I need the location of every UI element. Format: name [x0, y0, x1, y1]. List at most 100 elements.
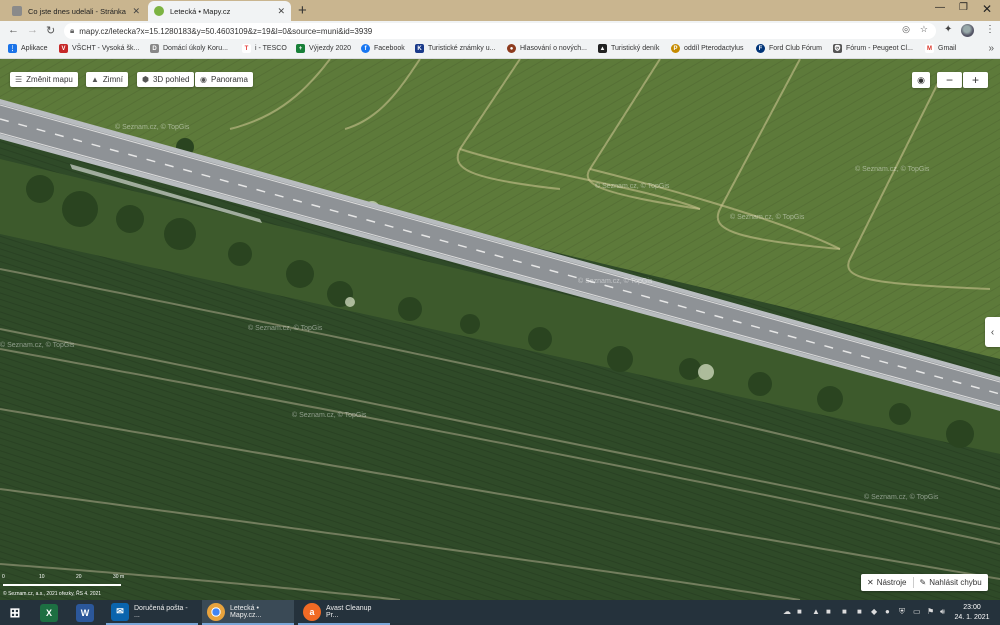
- tray-app-icon[interactable]: ■: [826, 607, 831, 616]
- map-watermark: © Seznam.cz, © TopGis: [115, 124, 190, 131]
- taskbar-avast[interactable]: a Avast Cleanup Pr...: [298, 600, 390, 625]
- change-map-button[interactable]: ☰ Změnit mapu: [10, 72, 78, 87]
- panel-collapse-button[interactable]: ‹: [985, 317, 1000, 347]
- map-watermark: © Seznam.cz, © TopGis: [595, 183, 670, 190]
- map-watermark: © Seznam.cz, © TopGis: [864, 494, 939, 501]
- start-button[interactable]: ⊞: [6, 600, 24, 625]
- taskbar-mail[interactable]: ✉ Doručená pošta - ...: [106, 600, 198, 625]
- taskbar-excel[interactable]: X: [40, 600, 58, 625]
- close-window-icon[interactable]: ✕: [982, 2, 992, 16]
- taskbar-word[interactable]: W: [76, 600, 94, 625]
- bookmark-label: Fórum - Peugeot Cl...: [846, 45, 913, 52]
- windows-taskbar: ⊞ X W ✉ Doručená pošta - ... Letecká • Ma…: [0, 600, 1000, 625]
- mail-icon: ✉: [111, 602, 129, 621]
- browser-toolbar: ← → ↻ 🔒︎ mapy.cz/letecka?x=15.1280183&y=…: [0, 21, 1000, 41]
- tracking-off-icon[interactable]: ◎: [902, 24, 910, 35]
- tab-mapy[interactable]: Letecká • Mapy.cz ✕: [148, 1, 291, 21]
- panorama-button[interactable]: ◉ Panorama: [195, 72, 253, 87]
- bookmark-hlasovani[interactable]: ● Hlasování o nových...: [507, 44, 587, 53]
- bookmark-turisticke-znamky[interactable]: K Turistické známky u...: [415, 44, 495, 53]
- profile-avatar[interactable]: [961, 24, 974, 37]
- chrome-icon: [207, 602, 225, 621]
- aerial-map[interactable]: © Seznam.cz, © TopGis © Seznam.cz, © Top…: [0, 59, 1000, 600]
- zoom-out-button[interactable]: −: [937, 72, 962, 88]
- bookmark-aplikace[interactable]: ⋮ Aplikace: [8, 44, 47, 53]
- mapy-favicon-icon: [154, 6, 164, 16]
- locate-me-button[interactable]: ◉: [912, 72, 930, 88]
- forward-icon[interactable]: →: [27, 24, 38, 36]
- windows-start-icon: ⊞: [9, 604, 21, 620]
- tools-favicon-icon: [12, 6, 22, 16]
- taskbar-chrome[interactable]: Letecká • Mapy.cz...: [202, 600, 294, 625]
- document-icon: D: [150, 44, 159, 53]
- bookmark-ford-club[interactable]: F Ford Club Fórum: [756, 44, 822, 53]
- winter-map-button[interactable]: ▲ Zimní: [86, 72, 128, 87]
- cloud-icon[interactable]: ☁: [783, 607, 791, 616]
- mountain-icon: ▲: [91, 75, 99, 84]
- sheets-icon: +: [296, 44, 305, 53]
- restore-icon[interactable]: ❐: [959, 2, 968, 13]
- tray-app-icon[interactable]: ■: [797, 607, 802, 616]
- bookmark-label: Turistický deník: [611, 45, 660, 52]
- bookmark-domaci-ukoly[interactable]: D Domácí úkoly Koru...: [150, 44, 228, 53]
- bookmark-star-icon[interactable]: ☆: [920, 24, 928, 35]
- tray-app-icon[interactable]: ●: [885, 607, 890, 616]
- bookmark-label: Výjezdy 2020: [309, 45, 352, 52]
- scale-label: 10: [39, 574, 45, 580]
- nvidia-icon[interactable]: ◆: [871, 607, 877, 616]
- network-icon[interactable]: ▭: [913, 607, 921, 616]
- bookmark-label: Hlasování o nových...: [520, 45, 587, 52]
- extensions-icon[interactable]: ✦: [944, 24, 952, 35]
- map-copyright: © Seznam.cz, a.s., 2021 ořezky, ŘS 4. 20…: [3, 591, 102, 597]
- bookmark-label: oddíl Pterodactylus: [684, 45, 744, 52]
- shield-icon[interactable]: ⛨: [899, 607, 905, 617]
- button-label: 3D pohled: [152, 75, 190, 84]
- bookmark-vyjezdy[interactable]: + Výjezdy 2020: [296, 44, 351, 53]
- turisticky-denik-icon: ▲: [598, 44, 607, 53]
- zoom-in-button[interactable]: +: [963, 72, 988, 88]
- report-error-button[interactable]: ✎ Nahlásit chybu: [914, 578, 988, 587]
- bookmark-turisticky-denik[interactable]: ▲ Turistický deník: [598, 44, 659, 53]
- map-watermark: © Seznam.cz, © TopGis: [0, 342, 75, 349]
- map-tools-bar: ✕ Nástroje ✎ Nahlásit chybu: [861, 574, 988, 591]
- tray-app-icon[interactable]: ▲: [812, 607, 820, 616]
- address-bar[interactable]: 🔒︎ mapy.cz/letecka?x=15.1280183&y=50.460…: [64, 23, 936, 39]
- map-watermark: © Seznam.cz, © TopGis: [730, 214, 805, 221]
- close-tab-icon[interactable]: ✕: [277, 6, 285, 17]
- ford-icon: F: [756, 44, 765, 53]
- new-tab-icon[interactable]: +: [298, 2, 307, 19]
- tab-co-jste-dnes[interactable]: Co jste dnes udelali - Stránka 7 ✕: [6, 1, 146, 21]
- system-clock[interactable]: 23:00 24. 1. 2021: [952, 603, 992, 623]
- close-tab-icon[interactable]: ✕: [132, 6, 140, 17]
- tray-app-icon[interactable]: ■: [842, 607, 847, 616]
- taskbar-label: Avast Cleanup Pr...: [326, 604, 372, 619]
- cube-icon: ⬢: [142, 75, 149, 84]
- flag-icon[interactable]: ⚑: [927, 607, 934, 616]
- avast-icon: a: [303, 602, 321, 621]
- more-bookmarks-icon[interactable]: »: [988, 43, 994, 54]
- reload-icon[interactable]: ↻: [46, 24, 55, 37]
- scale-bar: [3, 584, 121, 586]
- bookmark-vscht[interactable]: V VŠCHT - Vysoká šk...: [59, 44, 139, 53]
- pterodactylus-icon: P: [671, 44, 680, 53]
- tools-button[interactable]: ✕ Nástroje: [861, 578, 913, 587]
- map-watermark: © Seznam.cz, © TopGis: [855, 166, 930, 173]
- bookmark-facebook[interactable]: f Facebook: [361, 44, 405, 53]
- minimize-icon[interactable]: —: [935, 2, 945, 13]
- bookmark-label: i - TESCO: [255, 45, 287, 52]
- tray-app-icon[interactable]: ■: [857, 607, 862, 616]
- map-watermark: © Seznam.cz, © TopGis: [248, 325, 323, 332]
- pencil-icon: ✎: [919, 578, 927, 587]
- tab-title: Letecká • Mapy.cz: [170, 6, 231, 16]
- bookmark-peugeot[interactable]: 🦁︎ Fórum - Peugeot Cl...: [833, 44, 913, 53]
- taskbar-label: Letecká • Mapy.cz...: [230, 604, 262, 619]
- menu-icon[interactable]: ⋮: [985, 24, 995, 35]
- 3d-view-button[interactable]: ⬢ 3D pohled: [137, 72, 195, 87]
- button-label: Nástroje: [876, 578, 907, 587]
- volume-icon[interactable]: 🔊︎: [940, 607, 945, 617]
- bookmark-tesco[interactable]: Ti - TESCO: [242, 44, 287, 53]
- locate-icon: ◉: [917, 74, 925, 85]
- bookmark-pterodactylus[interactable]: Poddíl Pterodactylus: [671, 44, 744, 53]
- back-icon[interactable]: ←: [8, 24, 19, 36]
- bookmark-gmail[interactable]: M Gmail: [925, 44, 956, 53]
